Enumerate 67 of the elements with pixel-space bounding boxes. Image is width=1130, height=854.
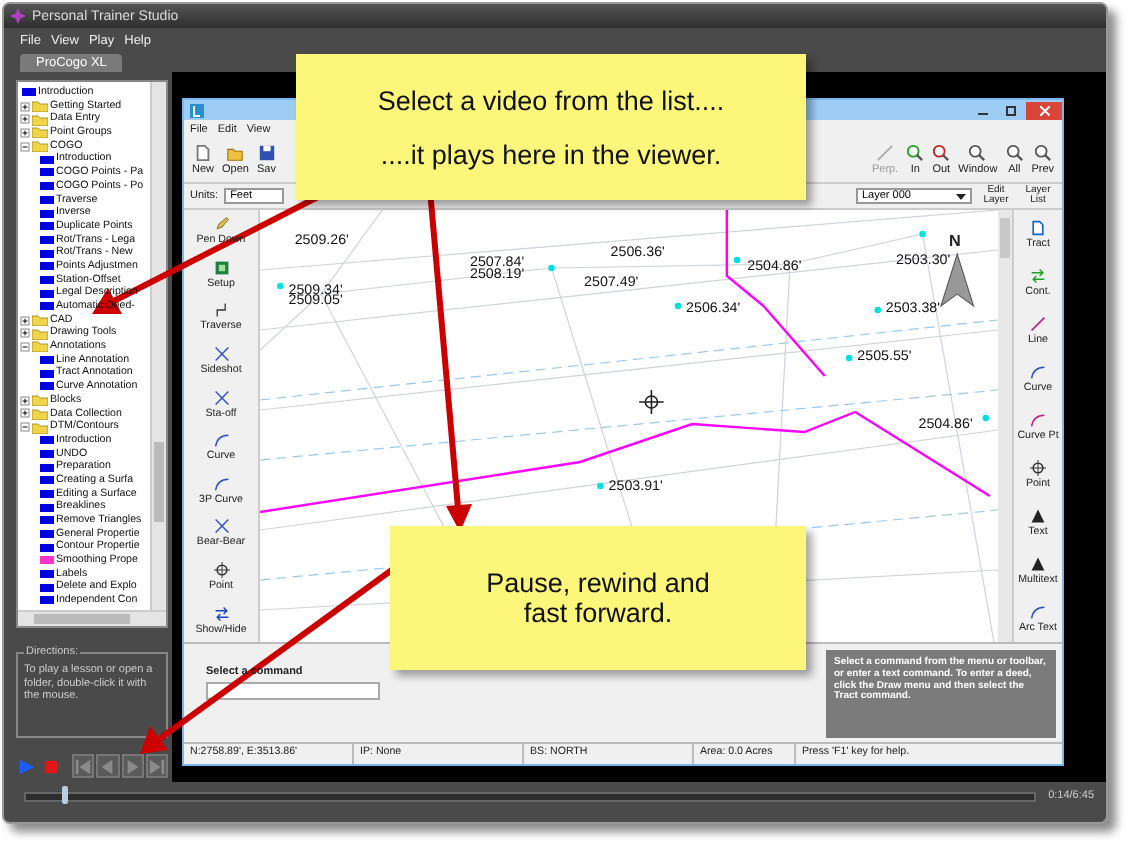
forward-icon (123, 757, 142, 775)
survey-point (845, 354, 853, 362)
line-icon (1030, 315, 1046, 331)
polyline-icon (213, 302, 229, 319)
close-button[interactable] (1026, 101, 1062, 119)
plus-icon[interactable] (20, 395, 30, 406)
survey-point (277, 282, 284, 290)
scrollbar[interactable] (998, 210, 1012, 642)
minus-icon[interactable] (20, 422, 30, 433)
cross-icon (213, 389, 229, 406)
triangle-icon (1030, 507, 1046, 523)
document-icon (1030, 219, 1046, 235)
play-icon (18, 757, 37, 775)
line-icon (876, 144, 895, 162)
survey-point (874, 306, 881, 314)
plus-icon[interactable] (20, 127, 30, 138)
magnifier-icon (906, 144, 925, 162)
magnifier-icon (932, 144, 951, 162)
arc-icon (1030, 363, 1046, 379)
command-field[interactable] (206, 682, 380, 700)
crosshair-icon (213, 562, 229, 579)
rewind-icon (98, 757, 117, 775)
minus-icon[interactable] (20, 141, 30, 152)
maximize-icon (1005, 105, 1015, 115)
close-icon (1039, 105, 1049, 115)
skip-forward-icon (147, 757, 166, 775)
scrollbar[interactable] (18, 610, 166, 626)
callout-text: ....it plays here in the viewer. (380, 139, 722, 169)
survey-point (982, 414, 990, 422)
survey-point (548, 264, 555, 272)
arrows-icon (1030, 267, 1046, 283)
folder-icon (226, 144, 245, 162)
arc-icon (1030, 603, 1046, 619)
scrollbar[interactable] (150, 82, 166, 610)
arc-icon (213, 432, 229, 449)
survey-point (674, 302, 682, 310)
grid-icon (213, 259, 229, 276)
document-icon (194, 144, 212, 162)
plus-icon[interactable] (20, 315, 30, 326)
crosshair-icon (638, 389, 665, 415)
magnifier-icon (1033, 144, 1052, 162)
arc-icon (213, 475, 229, 492)
crosshair-icon (1030, 459, 1046, 475)
cross-icon (213, 346, 229, 363)
caret-icon (956, 191, 966, 201)
callout-text: Select a video from the list.... (377, 85, 725, 115)
plus-icon[interactable] (20, 101, 30, 112)
minus-icon[interactable] (20, 341, 30, 352)
arc-icon (1030, 411, 1046, 427)
callout-text: Pause, rewind and fast forward. (484, 568, 712, 628)
skip-back-icon (74, 757, 93, 775)
seek-thumb[interactable] (61, 785, 68, 803)
survey-point (597, 482, 604, 490)
stop-icon (42, 757, 61, 775)
plus-icon[interactable] (20, 408, 30, 419)
survey-point (733, 256, 741, 264)
magnifier-icon (968, 144, 987, 162)
triangle-icon (1030, 555, 1046, 571)
cross-icon (213, 518, 229, 535)
survey-point (919, 230, 926, 238)
app-icon (190, 103, 204, 117)
magnifier-icon (1005, 144, 1024, 162)
plus-icon[interactable] (20, 114, 30, 125)
pencil-icon (213, 216, 229, 233)
plus-icon[interactable] (20, 328, 30, 339)
app-icon (10, 8, 26, 24)
arrows-icon (213, 605, 229, 622)
